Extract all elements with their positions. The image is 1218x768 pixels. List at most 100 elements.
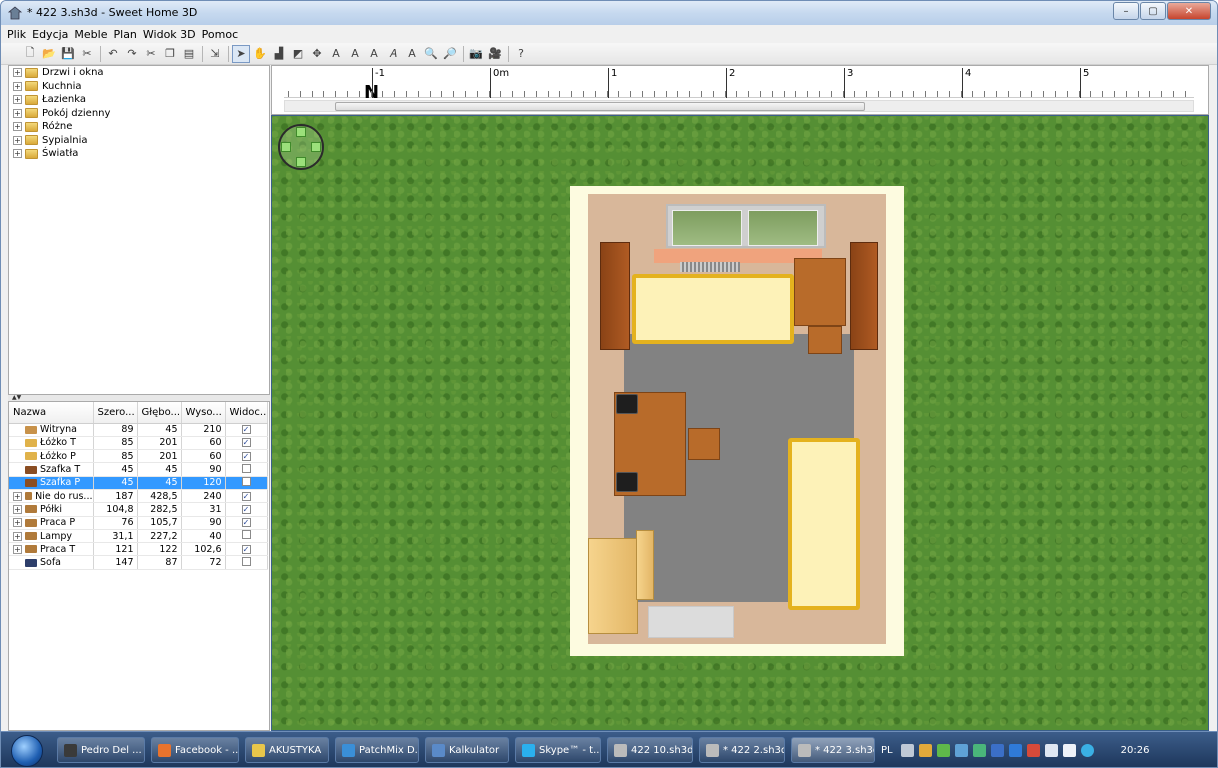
horizontal-scrollbar[interactable] xyxy=(284,100,1194,112)
table-row[interactable]: + Lampy 31,1 227,2 40 xyxy=(9,529,268,544)
column-header-depth[interactable]: Głębo... xyxy=(137,402,182,424)
arrow-right-icon[interactable] xyxy=(311,142,321,152)
create-dimensions-icon[interactable]: ✥ xyxy=(308,45,326,63)
expand-icon[interactable]: + xyxy=(13,108,22,118)
furniture-list[interactable]: Nazwa Szero... Głębo... Wyso... Widoc...… xyxy=(8,401,270,731)
expand-icon[interactable]: + xyxy=(13,149,22,159)
pan-mode-icon[interactable]: ✋ xyxy=(251,45,269,63)
help-icon[interactable]: ? xyxy=(512,45,530,63)
table-row[interactable]: + Praca T 121 122 102,6 ✓ xyxy=(9,542,268,557)
3d-view[interactable] xyxy=(271,115,1209,731)
create-rooms-icon[interactable]: ◩ xyxy=(289,45,307,63)
expand-icon[interactable]: + xyxy=(13,135,22,145)
visible-checkbox[interactable] xyxy=(241,556,251,566)
tray-app-icon[interactable] xyxy=(990,743,1004,757)
add-text-icon[interactable]: A xyxy=(327,45,345,63)
column-header-visible[interactable]: Widoc... xyxy=(225,402,268,424)
catalog-category[interactable]: + Łazienka xyxy=(9,93,269,107)
taskbar-button[interactable]: AKUSTYKA xyxy=(245,737,329,763)
taskbar-button[interactable]: 422 10.sh3d... xyxy=(607,737,693,763)
start-button[interactable] xyxy=(11,735,43,767)
expand-icon[interactable]: + xyxy=(13,122,22,132)
action-center-icon[interactable] xyxy=(1026,743,1040,757)
table-row[interactable]: Łóżko P 85 201 60 ✓ xyxy=(9,449,268,464)
expand-icon[interactable]: + xyxy=(13,504,22,514)
select-mode-icon[interactable]: ➤ xyxy=(232,44,250,63)
undo-icon[interactable]: ↶ xyxy=(104,45,122,63)
bed-right-model[interactable] xyxy=(788,438,860,610)
arrow-left-icon[interactable] xyxy=(281,142,291,152)
visible-checkbox[interactable] xyxy=(241,476,251,486)
open-file-icon[interactable]: 📂 xyxy=(40,45,58,63)
menu-plan[interactable]: Plan xyxy=(114,28,137,41)
taskbar-button[interactable]: * 422 3.sh3d... xyxy=(791,737,875,763)
taskbar-button[interactable]: Pedro Del ... xyxy=(57,737,145,763)
redo-icon[interactable]: ↷ xyxy=(123,45,141,63)
maximize-button[interactable]: ▢ xyxy=(1140,2,1166,20)
text-style-icon[interactable]: A xyxy=(346,45,364,63)
visible-checkbox[interactable]: ✓ xyxy=(241,425,251,435)
table-row[interactable]: + Półki 104,8 282,5 31 ✓ xyxy=(9,502,268,517)
zoom-in-icon[interactable]: 🔍 xyxy=(422,45,440,63)
tray-app-icon[interactable] xyxy=(1008,743,1022,757)
desk-drawer-model[interactable] xyxy=(688,428,720,460)
catalog-category[interactable]: + Kuchnia xyxy=(9,80,269,94)
copy-icon[interactable]: ❐ xyxy=(161,45,179,63)
catalog-category[interactable]: + Różne xyxy=(9,120,269,134)
close-button[interactable]: ✕ xyxy=(1167,2,1211,20)
save-icon[interactable]: 💾 xyxy=(59,45,77,63)
expand-icon[interactable]: + xyxy=(13,95,22,105)
paste-icon[interactable]: ▤ xyxy=(180,45,198,63)
visible-checkbox[interactable]: ✓ xyxy=(241,438,251,448)
catalog-category[interactable]: + Sypialnia xyxy=(9,134,269,148)
scrollbar-thumb[interactable] xyxy=(335,102,865,111)
create-video-icon[interactable]: 🎥 xyxy=(486,45,504,63)
taskbar-button[interactable]: Facebook - ... xyxy=(151,737,239,763)
chair-model[interactable] xyxy=(616,394,638,414)
expand-icon[interactable]: + xyxy=(13,68,22,78)
menu-widok-3d[interactable]: Widok 3D xyxy=(143,28,196,41)
navigation-arrows-icon[interactable] xyxy=(278,124,324,170)
catalog-category[interactable]: + Pokój dzienny xyxy=(9,107,269,121)
table-row[interactable]: + Praca P 76 105,7 90 ✓ xyxy=(9,516,268,530)
visible-checkbox[interactable]: ✓ xyxy=(241,518,251,528)
tray-app-icon[interactable] xyxy=(918,743,932,757)
new-file-icon[interactable]: 🗋 xyxy=(21,45,39,63)
column-header-width[interactable]: Szero... xyxy=(93,402,138,424)
preferences-icon[interactable]: ✂ xyxy=(78,45,96,63)
expand-icon[interactable]: + xyxy=(13,518,22,528)
tray-app-icon[interactable] xyxy=(1080,743,1094,757)
column-header-height[interactable]: Wyso... xyxy=(181,402,226,424)
visible-checkbox[interactable]: ✓ xyxy=(241,451,251,461)
chair-model[interactable] xyxy=(616,472,638,492)
clock[interactable]: 20:26 xyxy=(1121,745,1150,756)
expand-icon[interactable]: + xyxy=(13,531,22,541)
tray-app-icon[interactable] xyxy=(972,743,986,757)
visible-checkbox[interactable]: ✓ xyxy=(241,491,251,501)
taskbar-button[interactable]: Skype™ - t... xyxy=(515,737,601,763)
radiator-model[interactable] xyxy=(680,262,740,272)
tray-app-icon[interactable] xyxy=(936,743,950,757)
furniture-catalog[interactable]: + Drzwi i okna + Kuchnia + Łazienka + Pokój … xyxy=(8,65,270,395)
room-model[interactable] xyxy=(570,186,904,656)
visible-checkbox[interactable]: ✓ xyxy=(241,544,251,554)
table-row[interactable]: + Nie do rus... 187 428,5 240 ✓ xyxy=(9,489,268,504)
table-row[interactable]: Szafka T 45 45 90 xyxy=(9,462,268,477)
menu-meble[interactable]: Meble xyxy=(74,28,107,41)
stool-model[interactable] xyxy=(808,326,842,354)
volume-icon[interactable] xyxy=(1062,743,1076,757)
nightstand-model[interactable] xyxy=(794,258,846,326)
visible-checkbox[interactable] xyxy=(241,463,251,473)
expand-icon[interactable]: + xyxy=(13,544,22,554)
minimize-button[interactable]: – xyxy=(1113,2,1139,20)
create-photo-icon[interactable]: 📷 xyxy=(467,45,485,63)
wardrobe-left-model[interactable] xyxy=(600,242,630,350)
expand-icon[interactable]: + xyxy=(13,491,22,501)
shelf-model[interactable] xyxy=(636,530,654,600)
text-italic-icon[interactable]: 𝐴 xyxy=(384,45,402,63)
catalog-category[interactable]: + Światła xyxy=(9,147,269,161)
language-indicator[interactable]: PL xyxy=(881,745,893,756)
taskbar-button[interactable]: * 422 2.sh3d... xyxy=(699,737,785,763)
expand-icon[interactable]: + xyxy=(13,81,22,91)
text-bold-icon[interactable]: A xyxy=(365,45,383,63)
